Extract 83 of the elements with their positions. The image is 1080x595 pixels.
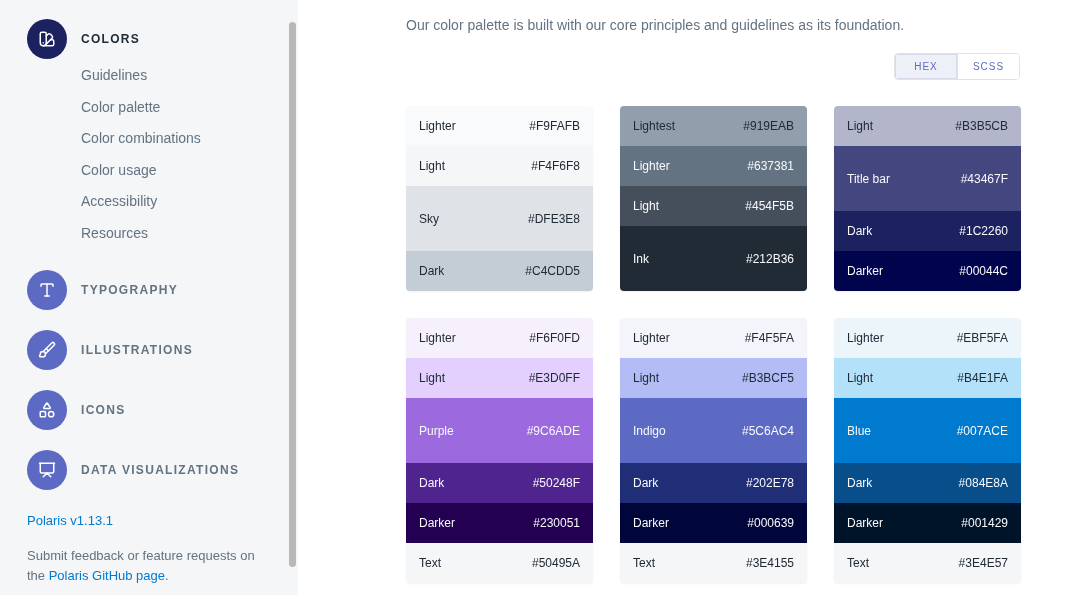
hex-value: #1C2260 xyxy=(959,224,1008,238)
swatch-name: Ink xyxy=(633,251,649,266)
hex-value: #3E4E57 xyxy=(958,556,1008,570)
swatch-name: Darker xyxy=(633,516,669,530)
hex-value: #919EAB xyxy=(743,119,794,133)
swatch-name: Dark xyxy=(633,476,659,490)
swatch-name: Light xyxy=(847,371,874,385)
hex-value: #C4CDD5 xyxy=(525,264,580,278)
hex-value: #F9FAFB xyxy=(529,119,580,133)
nav-link[interactable]: Guidelines xyxy=(81,66,286,86)
format-tab[interactable]: HEX xyxy=(895,54,957,79)
shapes-icon[interactable] xyxy=(27,389,67,430)
hex-value: #9C6ADE xyxy=(526,423,580,438)
version-link[interactable]: Polaris v1.13.1 xyxy=(27,512,286,528)
hex-value: #DFE3E8 xyxy=(527,211,580,226)
hex-value: #000639 xyxy=(747,516,794,530)
swatch-name: Light xyxy=(633,199,660,213)
nav-link[interactable]: Resources xyxy=(81,223,286,244)
hex-value: #5C6AC4 xyxy=(741,423,794,438)
presentation-icon[interactable] xyxy=(27,449,67,490)
brush-icon[interactable] xyxy=(27,329,67,370)
section-link[interactable]: DATA VISUALIZATIONS xyxy=(81,462,240,477)
swatch-name: Lighter xyxy=(633,159,670,173)
letter-icon[interactable] xyxy=(27,269,67,310)
swatch-name: Light xyxy=(419,371,446,385)
hex-value: #50495A xyxy=(531,556,580,570)
format-tab[interactable]: SCSS xyxy=(957,54,1019,79)
swatch-name: Text xyxy=(419,556,441,570)
feedback-text: Submit feedback or feature requests on the Polaris GitHub page. xyxy=(27,546,255,585)
section-link[interactable]: ICONS xyxy=(81,402,126,417)
hex-value: #B4E1FA xyxy=(957,371,1008,385)
hex-value: #43467F xyxy=(960,171,1008,186)
swatch-name: Title bar xyxy=(847,171,890,186)
swatch-name: Text xyxy=(633,556,655,570)
hex-value: #50248F xyxy=(532,476,580,490)
nav-link[interactable]: Color usage xyxy=(81,160,286,181)
swatch-name: Blue xyxy=(847,423,872,438)
hex-value: #F4F6F8 xyxy=(531,159,580,173)
nav-link[interactable]: Color combinations xyxy=(81,129,286,149)
swatch-name: Dark xyxy=(419,476,445,490)
swatch-name: Dark xyxy=(847,224,873,238)
swatch-name: Lightest xyxy=(633,119,676,133)
hex-value: #B3B5CB xyxy=(955,119,1008,133)
swatch-name: Darker xyxy=(847,264,883,278)
hex-value: #454F5B xyxy=(745,199,794,213)
swatch-name: Sky xyxy=(419,211,439,226)
hex-value: #F6F0FD xyxy=(529,331,580,345)
hex-value: #084E8A xyxy=(958,476,1008,490)
swatch-name: Indigo xyxy=(633,423,666,438)
hex-value: #B3BCF5 xyxy=(741,371,794,385)
hex-value: #F4F5FA xyxy=(744,331,794,345)
swatch-name: Light xyxy=(419,159,446,173)
github-link[interactable]: Polaris GitHub page xyxy=(48,567,166,583)
swatch-name: Dark xyxy=(419,264,445,278)
hex-value: #212B36 xyxy=(745,251,794,266)
section-link[interactable]: ILLUSTRATIONS xyxy=(81,342,193,357)
hex-value: #202E78 xyxy=(745,476,794,490)
section-link[interactable]: COLORS xyxy=(81,32,141,46)
swatch-name: Darker xyxy=(847,516,883,530)
nav-link[interactable]: Accessibility xyxy=(81,192,286,212)
swatch-name: Purple xyxy=(419,423,454,438)
swatch-name: Light xyxy=(847,119,874,133)
swatch-name: Lighter xyxy=(633,331,670,345)
swatch-name: Darker xyxy=(419,516,455,530)
hex-value: #001429 xyxy=(961,516,1008,530)
hex-value: #EBF5FA xyxy=(956,331,1008,345)
hex-value: #00044C xyxy=(959,264,1008,278)
swatch-name: Lighter xyxy=(847,331,884,345)
hex-value: #3E4155 xyxy=(745,556,794,570)
swatch-name: Lighter xyxy=(419,331,456,345)
hex-value: #007ACE xyxy=(956,423,1008,438)
hex-value: #230051 xyxy=(533,516,580,530)
swatch-name: Lighter xyxy=(419,119,456,133)
section-link[interactable]: TYPOGRAPHY xyxy=(81,282,178,297)
swatch-name: Dark xyxy=(847,476,873,490)
swatch-name: Text xyxy=(847,556,869,570)
nav-link[interactable]: Color palette xyxy=(81,97,286,118)
hex-value: #E3D0FF xyxy=(528,371,580,385)
swatch-name: Light xyxy=(633,371,660,385)
scrollbar[interactable] xyxy=(289,22,296,567)
hex-value: #637381 xyxy=(747,159,794,173)
swatch-book-icon[interactable] xyxy=(27,19,67,59)
intro-text: Our color palette is built with our core principles and guidelines as its foundation. xyxy=(406,17,906,33)
